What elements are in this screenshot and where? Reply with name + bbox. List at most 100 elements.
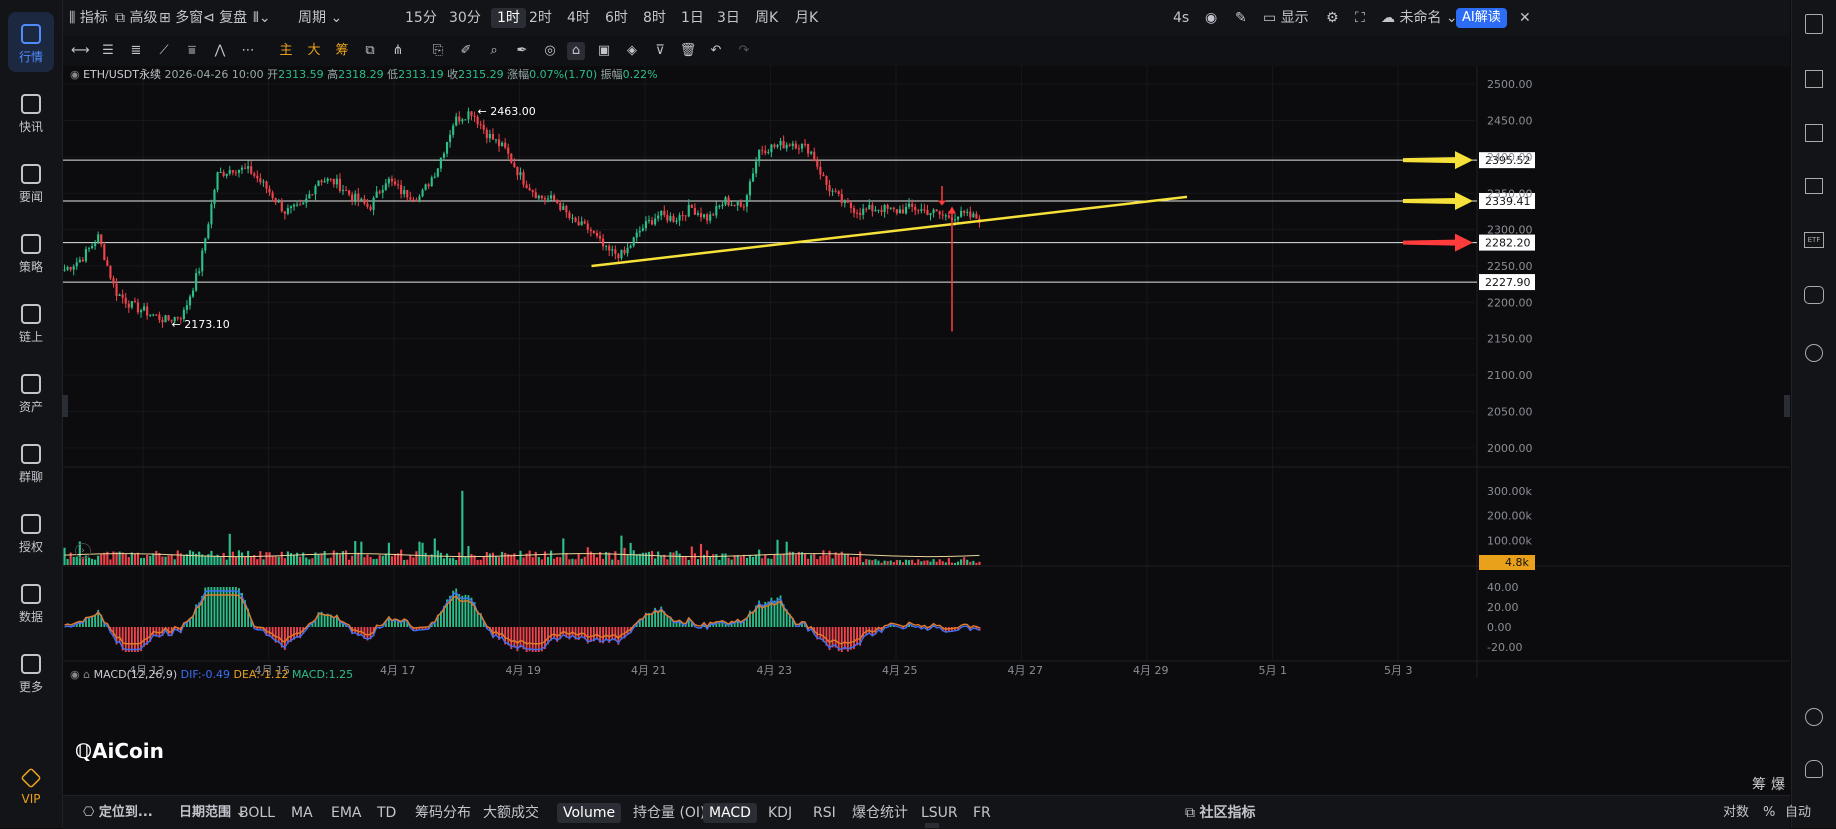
timeframe-tab[interactable]: 1时 [491, 8, 526, 28]
redo-icon[interactable]: ↷ [735, 42, 753, 60]
menu-lines-tool-icon[interactable]: ☰ [99, 42, 117, 60]
right-collapse-handle[interactable] [1784, 395, 1790, 417]
chip-toggle[interactable]: 筹 [333, 42, 351, 60]
more-tools-icon[interactable]: ⋯ [239, 42, 257, 60]
auto-scale-toggle[interactable]: 自动 [1785, 803, 1811, 823]
timeframe-tab[interactable]: 月K [795, 8, 818, 28]
symbol-label[interactable]: ETH/USDT永续 [83, 68, 161, 81]
bot-icon[interactable] [1804, 286, 1824, 304]
support-icon[interactable] [1805, 760, 1823, 778]
trendline[interactable] [592, 197, 1188, 266]
watchlist-icon[interactable] [1805, 70, 1823, 88]
indicator-button[interactable]: 大额成交 [483, 803, 539, 823]
magnet-icon[interactable]: ⋔ [389, 42, 407, 60]
refresh-interval[interactable]: 4s [1173, 8, 1189, 28]
sub-indicator-button[interactable]: 持仓量 (OI) [633, 803, 706, 823]
close-icon[interactable]: ✕ [1519, 8, 1531, 28]
timeframe-tab[interactable]: 6时 [605, 8, 628, 28]
indicator-button[interactable]: 筹码分布 [415, 803, 471, 823]
nav-item-8[interactable]: 数据 [0, 572, 62, 632]
pencil-icon[interactable]: ✎ [1235, 8, 1247, 28]
multi-window-button[interactable]: ⊞ 多窗 [159, 8, 203, 28]
notes-icon[interactable] [1805, 14, 1823, 34]
nav-item-6[interactable]: 群聊 [0, 432, 62, 492]
nav-item-1[interactable]: 快讯 [0, 82, 62, 142]
nav-item-3[interactable]: 策略 [0, 222, 62, 282]
orderbook-icon[interactable] [1805, 124, 1823, 142]
liquidation-label[interactable]: 爆 [1771, 774, 1785, 794]
indicator-button[interactable]: MA [291, 803, 313, 823]
gear-icon[interactable]: ⚙ [1326, 8, 1339, 28]
macd-title[interactable]: MACD(12,26,9) [94, 668, 178, 681]
timeframe-tab[interactable]: 8时 [643, 8, 666, 28]
save-drawing-icon[interactable]: ▣ [595, 42, 613, 60]
nav-item-4[interactable]: 链上 [0, 292, 62, 352]
timeframe-tab[interactable]: 15分 [405, 8, 437, 28]
monitor-icon[interactable] [1805, 178, 1823, 194]
nav-item-5[interactable]: 资产 [0, 362, 62, 422]
trendline-tool-icon[interactable]: ⟋ [155, 42, 173, 60]
nav-item-10[interactable]: VIP [0, 756, 62, 816]
timeframe-tab[interactable]: 周K [755, 8, 778, 28]
alert-icon[interactable]: ◈ [623, 42, 641, 60]
volume-collapse-icon[interactable]: › [75, 543, 91, 559]
nav-item-2[interactable]: 要闻 [0, 152, 62, 212]
ai-interpret-button[interactable]: AI解读 [1456, 8, 1507, 28]
bottom-drag-handle[interactable] [925, 823, 939, 828]
sub-indicator-button[interactable]: KDJ [768, 803, 792, 823]
sub-indicator-button[interactable]: RSI [813, 803, 836, 823]
sub-indicator-button[interactable]: 爆仓统计 [852, 803, 908, 823]
timeframe-tab[interactable]: 30分 [449, 8, 481, 28]
left-collapse-handle[interactable] [62, 395, 68, 417]
brush-icon[interactable]: ✒ [513, 42, 531, 60]
indicator-button[interactable]: EMA [331, 803, 362, 823]
chart-type-dropdown[interactable]: ⫴⌄ [253, 8, 271, 28]
fib-tool-icon[interactable]: ≣ [127, 42, 145, 60]
indicator-button[interactable]: BOLL [239, 803, 275, 823]
period-dropdown[interactable]: 周期 ⌄ [298, 8, 342, 28]
replay-button[interactable]: ⊲ 复盘 [203, 8, 247, 28]
undo-icon[interactable]: ↶ [707, 42, 725, 60]
date-range-dropdown[interactable]: 日期范围 ⌄ [179, 803, 246, 823]
nav-item-9[interactable]: 更多 [0, 642, 62, 702]
timeframe-tab[interactable]: 3日 [717, 8, 740, 28]
horizontal-line-tool-icon[interactable]: ⟷ [71, 42, 89, 60]
timeframe-tab[interactable]: 4时 [567, 8, 590, 28]
indicators-button[interactable]: ⫼ 指标 [69, 8, 108, 28]
sub-indicator-button[interactable]: LSUR [921, 803, 958, 823]
clone-icon[interactable]: ⎘ [429, 42, 447, 60]
chip-label[interactable]: 筹 [1752, 774, 1766, 794]
nav-item-7[interactable]: 授权 [0, 502, 62, 562]
filter-icon[interactable]: ⊽ [651, 42, 669, 60]
etf-icon[interactable]: ETF [1804, 232, 1824, 248]
eye-icon[interactable]: ◎ [541, 42, 559, 60]
indicator-button[interactable]: TD [377, 803, 396, 823]
trash-icon[interactable]: 🗑 [679, 42, 697, 60]
pattern-tool-icon[interactable]: ⋀ [211, 42, 229, 60]
sub-indicator-button[interactable]: Volume [557, 803, 621, 823]
nav-item-0[interactable]: 行情 [8, 12, 54, 72]
camera-icon[interactable]: ◉ [1205, 8, 1217, 28]
advanced-button[interactable]: ⧉ 高级 [115, 8, 157, 28]
help-icon[interactable] [1805, 708, 1823, 726]
locate-button[interactable]: ⎔ 定位到... [83, 803, 153, 823]
copy-icon[interactable]: ⧉ [361, 42, 379, 60]
large-order-toggle[interactable]: 大 [305, 42, 323, 60]
community-indicators-button[interactable]: ⧉ 社区指标 [1185, 803, 1255, 823]
log-scale-toggle[interactable]: 对数 [1723, 803, 1749, 823]
fullscreen-icon[interactable]: ⛶ [1355, 8, 1365, 28]
channel-tool-icon[interactable]: ⩸ [183, 42, 201, 60]
price-chart[interactable]: 2395.522339.412282.202227.90 2000.002050… [63, 66, 1790, 795]
exchange-icon[interactable] [1805, 344, 1823, 362]
zoom-icon[interactable]: ⌕ [485, 42, 503, 60]
sub-indicator-button[interactable]: MACD [703, 803, 757, 823]
layout-dropdown[interactable]: ☁ 未命名 ⌄ [1381, 8, 1458, 28]
main-indicator-toggle[interactable]: 主 [277, 42, 295, 60]
timeframe-tab[interactable]: 2时 [529, 8, 552, 28]
visibility-icon[interactable]: ◉ [70, 68, 83, 81]
timeframe-tab[interactable]: 1日 [681, 8, 704, 28]
macd-visibility-icon[interactable]: ◉ ⌂ [70, 668, 94, 681]
percent-toggle[interactable]: % [1763, 803, 1775, 823]
lock-icon[interactable]: ⌂ [567, 42, 585, 60]
sub-indicator-button[interactable]: FR [973, 803, 991, 823]
